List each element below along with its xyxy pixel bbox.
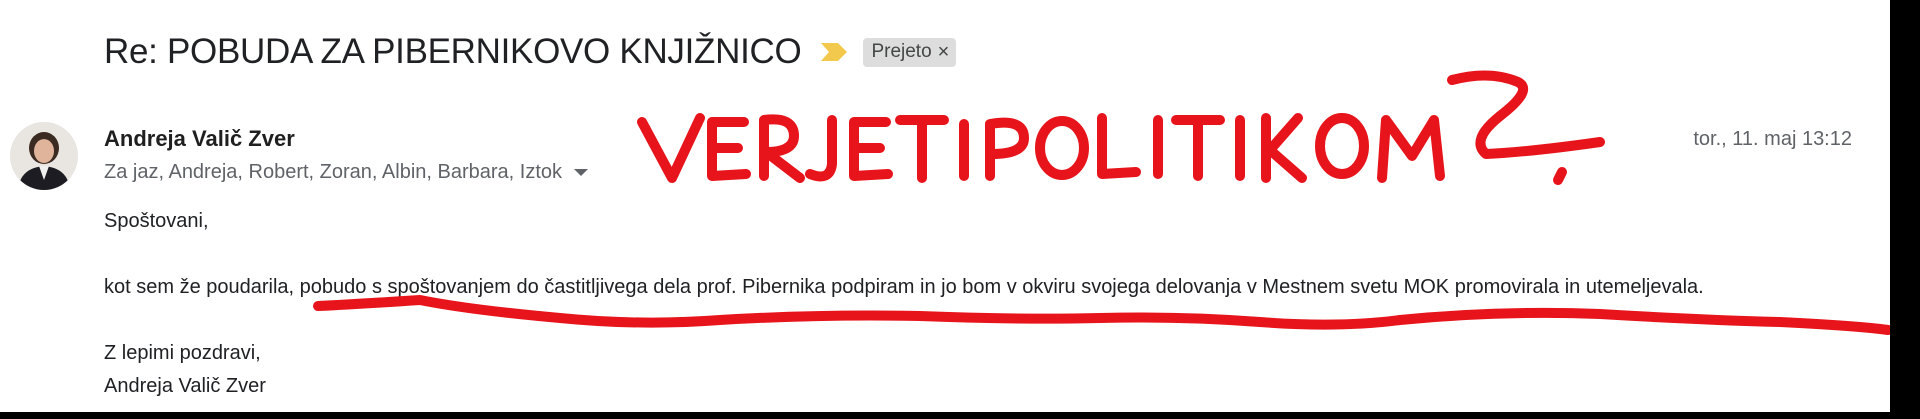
close-icon[interactable]: × bbox=[938, 41, 950, 64]
label-chip-inbox: Prejeto × bbox=[863, 37, 957, 67]
email-date: tor., 11. maj 13:12 bbox=[1693, 128, 1852, 150]
recipients-list: Za jaz, Andreja, Robert, Zoran, Albin, B… bbox=[104, 161, 563, 183]
avatar[interactable] bbox=[10, 122, 78, 190]
body-greeting: Spoštovani, bbox=[104, 210, 209, 232]
window-edge-bottom bbox=[0, 412, 1920, 419]
sender-name: Andreja Valič Zver bbox=[104, 126, 295, 151]
importance-marker-icon[interactable] bbox=[819, 40, 849, 64]
body-signature: Andreja Valič Zver bbox=[104, 375, 266, 397]
body-closing: Z lepimi pozdravi, bbox=[104, 342, 261, 364]
recipients-row: Za jaz, Andreja, Robert, Zoran, Albin, B… bbox=[104, 161, 589, 184]
window-edge-right bbox=[1890, 0, 1920, 419]
email-subject: Re: POBUDA ZA PIBERNIKOVO KNJIŽNICO bbox=[104, 32, 802, 71]
avatar-image bbox=[10, 122, 78, 190]
subject-row: Re: POBUDA ZA PIBERNIKOVO KNJIŽNICO Prej… bbox=[104, 28, 957, 76]
body-paragraph: kot sem že poudarila, pobudo s spoštovan… bbox=[104, 276, 1704, 298]
email-view: Re: POBUDA ZA PIBERNIKOVO KNJIŽNICO Prej… bbox=[0, 0, 1890, 412]
chevron-down-icon[interactable] bbox=[574, 169, 589, 176]
label-chip-text: Prejeto bbox=[871, 41, 932, 62]
